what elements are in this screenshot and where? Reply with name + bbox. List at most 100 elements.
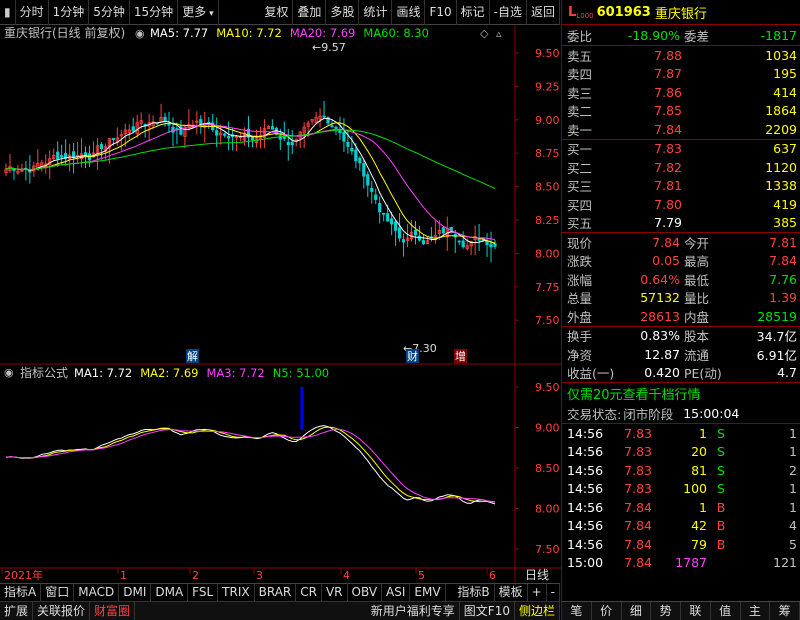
remove-watchlist-button[interactable]: -自选	[490, 0, 527, 25]
book-volume: 195	[773, 66, 797, 82]
stock-header: L L000 601963 重庆银行	[562, 0, 800, 25]
detail-tab[interactable]: 筹	[770, 602, 800, 620]
tab-timeshare[interactable]: 分时	[16, 0, 49, 25]
draw-line-button[interactable]: 画线	[392, 0, 426, 25]
book-level-label: 卖一	[567, 122, 593, 138]
indicator-tab[interactable]: 指标A	[0, 584, 42, 601]
indicator-tab-right[interactable]: +	[528, 584, 547, 601]
settings-icon[interactable]: ◉	[4, 366, 14, 379]
book-volume: 419	[773, 196, 797, 212]
candle-body	[362, 163, 366, 177]
time-label: 6	[489, 569, 496, 582]
order-book-row: 卖五 7.88 1034	[562, 46, 800, 65]
weibi-row: 委比 -18.90% 委差 -1817	[562, 25, 800, 46]
stat-value: 12.87	[644, 346, 680, 362]
stats-button[interactable]: 统计	[359, 0, 393, 25]
detail-tab[interactable]: 价	[592, 602, 622, 620]
candle-body	[417, 235, 422, 241]
tab-more[interactable]: 更多 ▾	[178, 0, 219, 25]
tab-15min[interactable]: 15分钟	[130, 0, 179, 25]
indicator-tab-right[interactable]: -	[547, 584, 560, 601]
indicator-tab[interactable]: FSL	[188, 584, 219, 601]
trade-time: 14:56	[567, 499, 604, 515]
footer-tab[interactable]: 关联报价	[33, 602, 91, 620]
candle-body	[111, 138, 115, 141]
price-tick: 8.50	[535, 181, 560, 194]
detail-tab[interactable]: 联	[681, 602, 711, 620]
quote-row: 涨跌 0.05 最高 7.84	[562, 252, 800, 271]
indicator-tick: 9.50	[535, 381, 560, 394]
tab-5min[interactable]: 5分钟	[89, 0, 130, 25]
footer-link[interactable]: 新用户福利专享	[367, 602, 460, 620]
indicator-tab[interactable]: CR	[296, 584, 322, 601]
diamond-icon[interactable]: ◇	[480, 27, 489, 40]
f10-button[interactable]: F10	[425, 0, 457, 25]
candle-body	[199, 119, 203, 125]
indicator-tab[interactable]: TRIX	[218, 584, 255, 601]
period-label[interactable]: 日线	[525, 568, 549, 582]
indicator-tab[interactable]: 窗口	[41, 584, 75, 601]
candle-body	[441, 227, 445, 234]
candle-body	[350, 147, 354, 152]
book-level-label: 买二	[567, 160, 593, 176]
main-chart-header: 重庆银行(日线 前复权) ◉ MA5: 7.77 MA10: 7.72 MA20: …	[4, 25, 502, 40]
footer-link[interactable]: 侧边栏	[515, 602, 560, 620]
footer-link[interactable]: 图文F10	[460, 602, 515, 620]
detail-tabs: 笔价细势联值主筹	[562, 601, 800, 620]
expand-icon[interactable]: ▵	[496, 27, 502, 40]
overlay-button[interactable]: 叠加	[293, 0, 327, 25]
trade-volume: 42	[691, 518, 707, 534]
detail-tab[interactable]: 笔	[562, 602, 592, 620]
candle-body	[382, 212, 386, 215]
tab-1min[interactable]: 1分钟	[49, 0, 90, 25]
detail-tab[interactable]: 细	[622, 602, 652, 620]
footer-bar: 扩展 关联报价 财富圈 新用户福利专享 图文F10 侧边栏	[0, 601, 560, 620]
trade-count: 1	[789, 425, 797, 441]
order-book-row: 卖四 7.87 195	[562, 65, 800, 84]
book-price: 7.79	[654, 215, 682, 231]
quote-value: 7.76	[769, 271, 797, 287]
multi-stock-button[interactable]: 多股	[326, 0, 360, 25]
indicator-tab[interactable]: DMA	[151, 584, 189, 601]
indicator-tab[interactable]: ASI	[382, 584, 411, 601]
indicator-tick: 7.50	[535, 543, 560, 556]
detail-tab[interactable]: 势	[651, 602, 681, 620]
indicator-tab[interactable]: EMV	[410, 584, 446, 601]
back-button[interactable]: 返回	[527, 0, 560, 25]
indicator-tick: 8.50	[535, 462, 560, 475]
ma-label: MA10: 7.72	[216, 26, 282, 40]
trade-row: 14:56 7.83 1 S 1	[562, 424, 800, 443]
order-book-row: 卖三 7.86 414	[562, 83, 800, 102]
stock-name: 重庆银行	[654, 6, 707, 22]
trade-side: S	[717, 444, 725, 460]
indicator-tab-right[interactable]: 指标B	[453, 584, 495, 601]
candle-body	[457, 240, 461, 243]
trade-count: 1	[789, 444, 797, 460]
book-volume: 1034	[765, 47, 797, 63]
mark-button[interactable]: 标记	[457, 0, 490, 25]
menu-icon[interactable]: ▮	[0, 0, 16, 25]
footer-tab[interactable]: 扩展	[0, 602, 34, 620]
detail-tab[interactable]: 主	[741, 602, 771, 620]
trade-volume: 20	[691, 444, 707, 460]
promo-link[interactable]: 仅需20元查看千档行情	[562, 383, 800, 403]
footer-tab[interactable]: 财富圈	[90, 602, 136, 620]
quote-panel: L L000 601963 重庆银行 委比 -18.90% 委差 -1817 卖…	[561, 0, 800, 620]
indicator-tab[interactable]: OBV	[348, 584, 383, 601]
indicator-tab[interactable]: DMI	[119, 584, 152, 601]
kline-chart[interactable]: 重庆银行(日线 前复权) ◉ MA5: 7.77 MA10: 7.72 MA20: …	[0, 25, 561, 583]
indicator-label: N5: 51.00	[273, 366, 329, 380]
stat-label: 流通	[684, 347, 710, 363]
settings-icon[interactable]: ◉	[135, 27, 145, 40]
adjust-button[interactable]: 复权	[260, 0, 294, 25]
indicator-tab[interactable]: BRAR	[255, 584, 297, 601]
quote-value: 7.84	[769, 253, 797, 269]
order-book-row: 买一 7.83 637	[562, 140, 800, 159]
indicator-tab-right[interactable]: 模板	[495, 584, 528, 601]
detail-tab[interactable]: 值	[711, 602, 741, 620]
ma-legend: MA5: 7.77 MA10: 7.72 MA20: 7.69 MA60: 8.30	[150, 26, 429, 40]
indicator-tab[interactable]: VR	[322, 584, 348, 601]
indicator-tab[interactable]: MACD	[74, 584, 120, 601]
quote-label: 内盘	[684, 309, 710, 325]
candle-body	[330, 125, 334, 128]
